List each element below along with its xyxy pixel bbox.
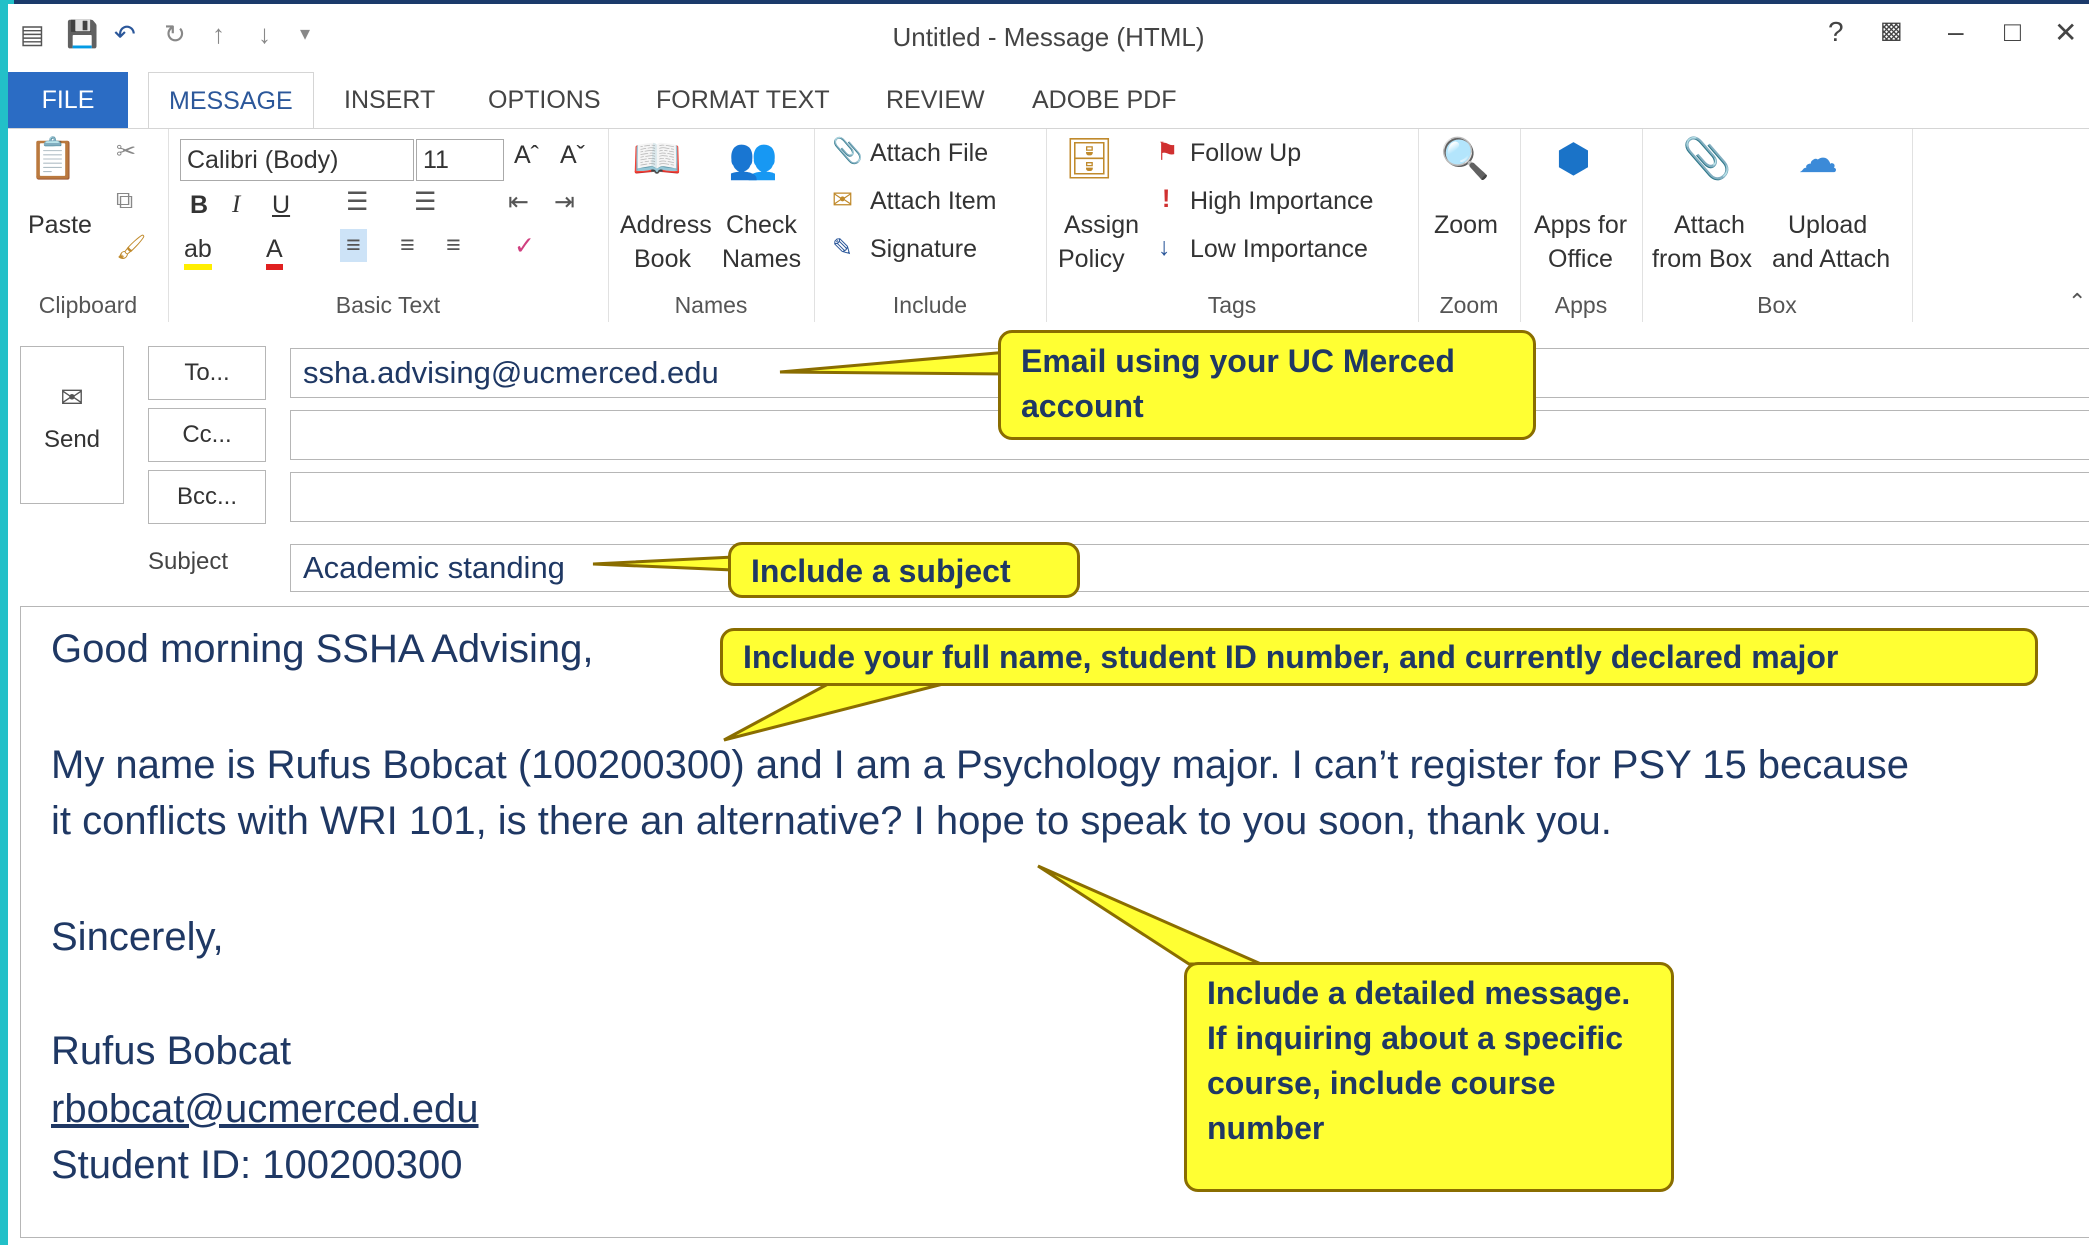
message-callout-pointer bbox=[1037, 864, 1262, 966]
subject-callout-pointer bbox=[592, 555, 736, 572]
callout-detailed-message: Include a detailed message. If inquiring… bbox=[1184, 962, 1674, 1192]
details-callout-pointer bbox=[723, 682, 944, 742]
screenshot-frame: ▤ 💾 ↶ ↻ ↑ ↓ ▾ Untitled - Message (HTML) … bbox=[0, 0, 2089, 1245]
callout-pointers bbox=[592, 350, 1262, 966]
callout-email-account: Email using your UC Merced account bbox=[998, 330, 1536, 440]
callout-student-details: Include your full name, student ID numbe… bbox=[720, 628, 2038, 686]
callout-subject: Include a subject bbox=[728, 542, 1080, 598]
outlook-message-window: ▤ 💾 ↶ ↻ ↑ ↓ ▾ Untitled - Message (HTML) … bbox=[8, 4, 2089, 1245]
email-callout-pointer bbox=[779, 350, 1010, 376]
